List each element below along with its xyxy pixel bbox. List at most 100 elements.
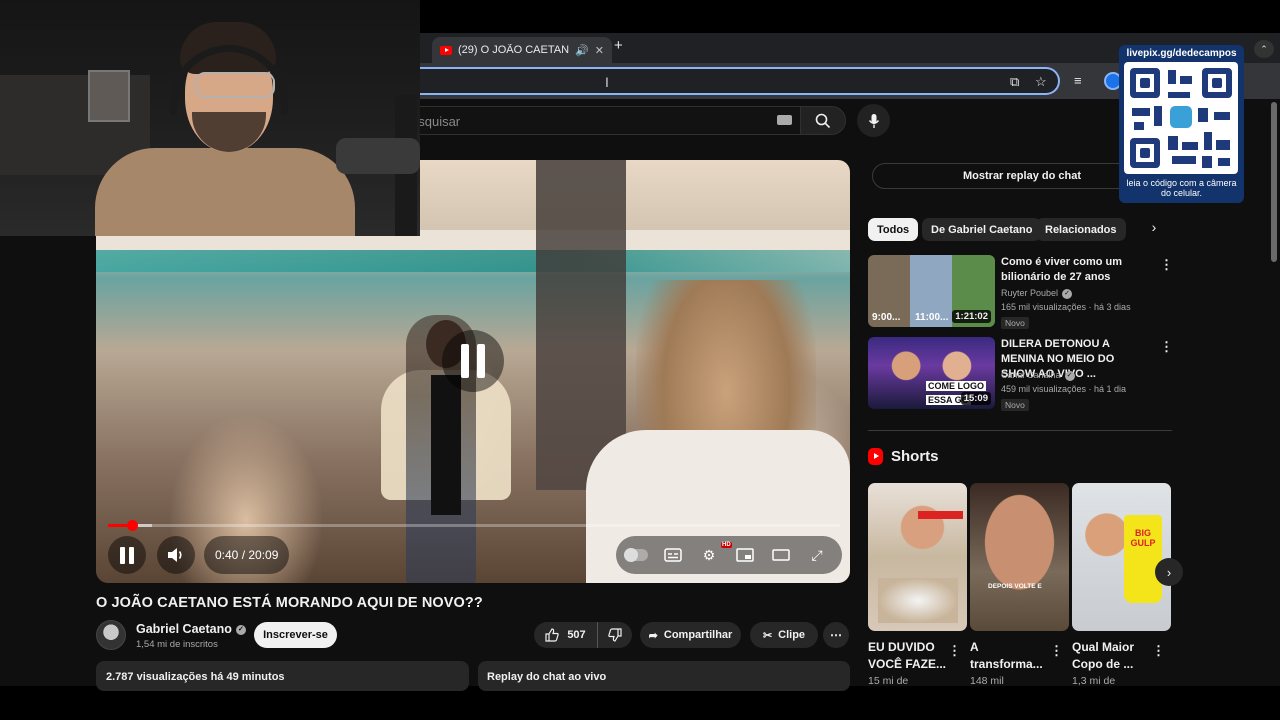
tab-close-icon[interactable]: ✕ bbox=[595, 44, 604, 57]
donation-qr-overlay: livepix.gg/dedecampos leia o código com … bbox=[1119, 45, 1244, 203]
short-thumbnail[interactable] bbox=[868, 483, 967, 631]
theater-mode-icon[interactable] bbox=[771, 546, 791, 564]
video-thumbnail[interactable]: 9:00... 11:00... 1:21:02 bbox=[868, 255, 995, 327]
volume-icon bbox=[168, 548, 182, 562]
new-badge: Novo bbox=[1001, 399, 1029, 411]
like-button[interactable]: 507 bbox=[534, 622, 598, 648]
more-vertical-icon[interactable]: ⋮ bbox=[948, 643, 961, 659]
recommendation-channel[interactable]: Ruyter Poubel ✓ bbox=[1001, 288, 1073, 299]
speaker-icon[interactable]: 🔊 bbox=[575, 44, 589, 57]
chevron-right-icon[interactable]: › bbox=[1144, 219, 1164, 239]
video-frame-wall bbox=[96, 250, 850, 272]
shorts-next-button[interactable]: › bbox=[1155, 558, 1183, 586]
webcam-person-beard bbox=[192, 112, 266, 152]
verified-icon: ✓ bbox=[235, 624, 246, 635]
short-item[interactable]: BIG GULP Qual Maior Copo de ... 1,3 mi d… bbox=[1072, 483, 1171, 687]
ice-bowl bbox=[878, 578, 958, 623]
chevron-up-icon[interactable]: ⌃ bbox=[1254, 40, 1274, 58]
settings-gear-icon[interactable]: ⚙ bbox=[699, 546, 719, 564]
video-thumbnail[interactable]: COME LOGO ESSA GO 15:09 bbox=[868, 337, 995, 409]
subscribe-button[interactable]: Inscrever-se bbox=[254, 622, 337, 648]
more-vertical-icon[interactable]: ⋮ bbox=[1160, 339, 1173, 355]
media-controls-icon[interactable]: ≡ bbox=[1074, 73, 1082, 88]
more-horizontal-icon: ⋯ bbox=[830, 628, 842, 642]
short-title[interactable]: EU DUVIDO VOCÊ FAZE... bbox=[868, 639, 948, 673]
short-item[interactable]: EU DUVIDO VOCÊ FAZE... 15 mi de ⋮ bbox=[868, 483, 967, 687]
chat-replay-title: Replay do chat ao vivo bbox=[487, 671, 607, 683]
address-bar[interactable]: Ι ⧉ ☆ bbox=[420, 67, 1060, 95]
fullscreen-icon[interactable]: ⤢ bbox=[807, 546, 827, 564]
autoplay-toggle[interactable] bbox=[624, 548, 648, 562]
clip-button[interactable]: ✂ Clipe bbox=[750, 622, 818, 648]
text-cursor-icon: Ι bbox=[605, 74, 609, 90]
progress-bar[interactable] bbox=[108, 520, 840, 531]
bookmark-star-icon[interactable]: ☆ bbox=[1035, 74, 1047, 90]
recommendation-item[interactable]: 9:00... 11:00... 1:21:02 Como é viver co… bbox=[868, 255, 1173, 329]
thumb-text: COME LOGO bbox=[926, 381, 986, 391]
search-input[interactable]: esquisar bbox=[400, 106, 800, 135]
description-box[interactable]: 2.787 visualizações há 49 minutos bbox=[96, 661, 469, 691]
channel-name[interactable]: Gabriel Caetano ✓ bbox=[136, 622, 246, 636]
chip-todos[interactable]: Todos bbox=[868, 218, 919, 241]
more-actions-button[interactable]: ⋯ bbox=[823, 622, 849, 648]
clip-label: Clipe bbox=[778, 629, 806, 641]
page-scrollbar[interactable] bbox=[1271, 102, 1277, 262]
qr-caption: leia o código com a câmera do celular. bbox=[1126, 178, 1237, 198]
thumbs-down-icon bbox=[608, 628, 622, 642]
recommendation-title[interactable]: Como é viver como um bilionário de 27 an… bbox=[1001, 255, 1151, 285]
miniplayer-icon[interactable] bbox=[735, 546, 755, 564]
webcam-person-body bbox=[95, 148, 355, 236]
scissors-icon: ✂ bbox=[762, 629, 773, 642]
short-views: 15 mi de bbox=[868, 675, 909, 687]
chat-replay-panel[interactable]: Replay do chat ao vivo bbox=[478, 661, 850, 691]
shorts-heading: Shorts bbox=[868, 448, 939, 465]
share-icon: ➦ bbox=[648, 629, 658, 642]
volume-button[interactable] bbox=[157, 536, 195, 574]
new-tab-button[interactable]: + bbox=[614, 37, 623, 54]
install-app-icon[interactable]: ⧉ bbox=[1010, 74, 1019, 90]
video-frame-shirt bbox=[431, 375, 461, 515]
chip-de-gabriel-caetano[interactable]: De Gabriel Caetano bbox=[922, 218, 1042, 241]
views-and-age: 2.787 visualizações há 49 minutos bbox=[106, 671, 285, 683]
more-vertical-icon[interactable]: ⋮ bbox=[1050, 643, 1063, 659]
more-vertical-icon[interactable]: ⋮ bbox=[1160, 257, 1173, 273]
short-title[interactable]: Qual Maior Copo de ... bbox=[1072, 639, 1152, 673]
microphone-icon bbox=[868, 113, 879, 128]
center-pause-indicator[interactable] bbox=[442, 330, 504, 392]
recommendation-channel[interactable]: Canal Canalha ✓ bbox=[1001, 370, 1075, 381]
thumb-text: DEPOIS VOLTE E bbox=[988, 583, 1042, 590]
browser-tab[interactable]: (29) O JOÃO CAETANO E 🔊 ✕ bbox=[432, 37, 612, 63]
thumb-text: 11:00... bbox=[915, 312, 949, 323]
more-vertical-icon[interactable]: ⋮ bbox=[1152, 643, 1165, 659]
webcam-background-frame bbox=[88, 70, 130, 122]
short-title[interactable]: A transforma... bbox=[970, 639, 1050, 673]
search-button[interactable] bbox=[800, 106, 846, 135]
verified-icon: ✓ bbox=[1062, 288, 1073, 299]
subscriber-count: 1,54 mi de inscritos bbox=[136, 639, 218, 650]
progress-scrubber[interactable] bbox=[127, 520, 139, 531]
recommendation-item[interactable]: COME LOGO ESSA GO 15:09 DILERA DETONOU A… bbox=[868, 337, 1173, 411]
keyboard-icon[interactable] bbox=[777, 115, 792, 125]
headband bbox=[918, 511, 963, 519]
like-dislike-group: 507 bbox=[534, 622, 632, 648]
voice-search-button[interactable] bbox=[857, 104, 890, 137]
short-thumbnail[interactable]: DEPOIS VOLTE E bbox=[970, 483, 1069, 631]
share-button[interactable]: ➦ Compartilhar bbox=[640, 622, 741, 648]
pause-icon bbox=[120, 546, 134, 564]
short-thumbnail[interactable]: BIG GULP bbox=[1072, 483, 1171, 631]
dislike-button[interactable] bbox=[598, 628, 632, 642]
search-icon bbox=[815, 113, 831, 128]
new-badge: Novo bbox=[1001, 317, 1029, 329]
short-views: 148 mil bbox=[970, 675, 1004, 687]
video-title: O JOÃO CAETANO ESTÁ MORANDO AQUI DE NOVO… bbox=[96, 595, 483, 611]
channel-avatar[interactable] bbox=[96, 620, 126, 650]
recommendation-meta: 459 mil visualizações · há 1 dia bbox=[1001, 384, 1127, 394]
subtitles-icon[interactable] bbox=[663, 546, 683, 564]
pause-button[interactable] bbox=[108, 536, 146, 574]
video-duration: 15:09 bbox=[960, 392, 991, 405]
shorts-logo-icon bbox=[868, 448, 883, 465]
chip-relacionados[interactable]: Relacionados bbox=[1036, 218, 1126, 241]
short-item[interactable]: DEPOIS VOLTE E A transforma... 148 mil ⋮ bbox=[970, 483, 1069, 687]
thumb-text: 9:00... bbox=[872, 312, 901, 323]
thumb-text: BIG GULP bbox=[1130, 528, 1156, 548]
